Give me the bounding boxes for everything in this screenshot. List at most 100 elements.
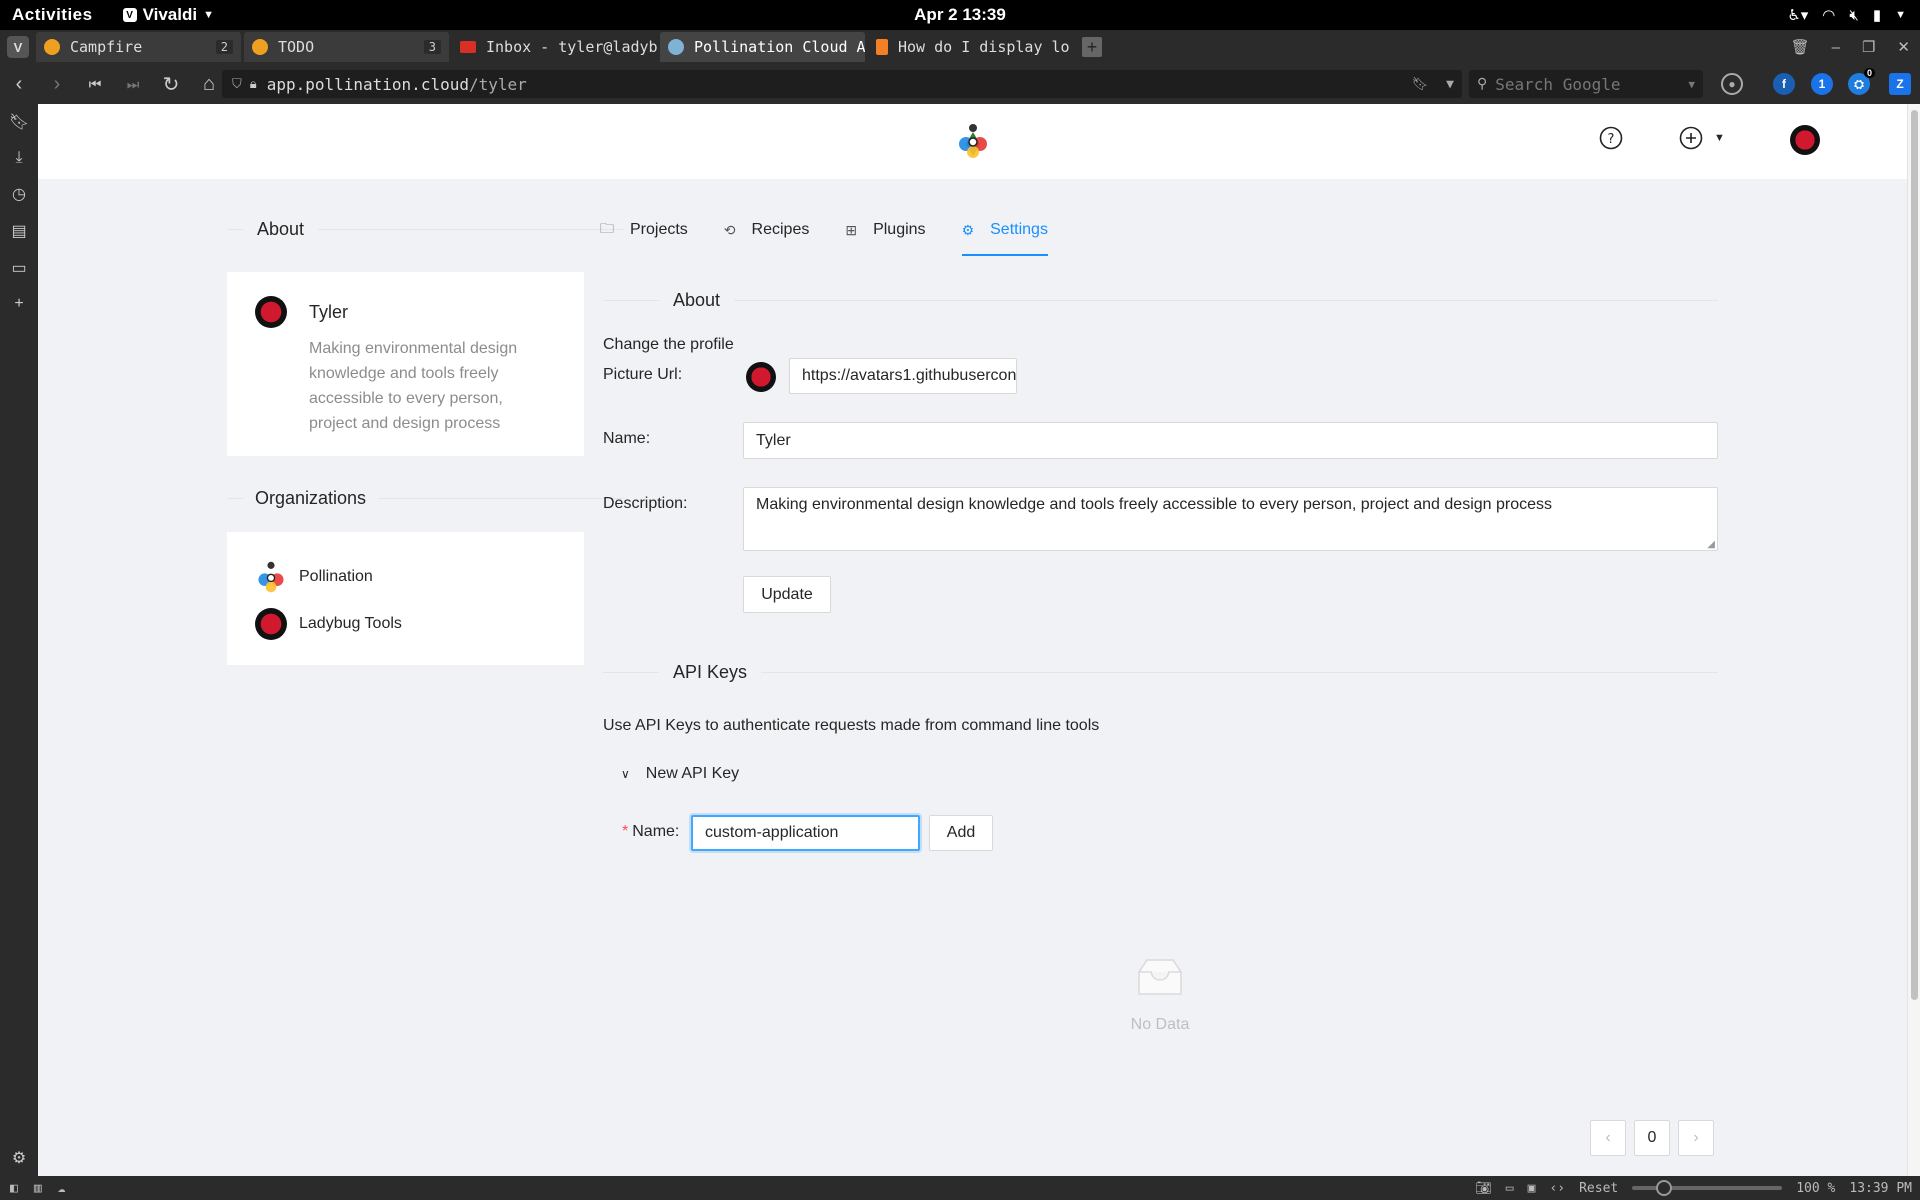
tab-label: Projects [630,221,688,238]
caret-down-icon[interactable]: ▼ [1714,132,1725,144]
pollination-logo-icon[interactable] [956,122,990,160]
add-api-key-button[interactable]: Add [929,815,993,851]
system-clock[interactable]: Apr 2 13:39 [0,5,1920,25]
bookmark-icon[interactable]: 🔖︎ [1412,77,1429,92]
plus-circle-icon[interactable] [1679,126,1703,150]
tab-projects[interactable]: 🗀 Projects [600,204,688,256]
picture-url-input[interactable]: https://avatars1.githubusercontent.com [789,358,1017,394]
chevron-down-icon: ∨ [621,767,630,781]
question-circle-icon[interactable]: ? [1599,126,1623,150]
tile-icon[interactable]: ▥ [34,1181,42,1196]
downloads-icon[interactable]: ⤓ [15,149,22,167]
todo-icon [252,39,268,55]
chevron-down-icon[interactable]: ▼ [1688,78,1695,91]
trash-icon[interactable]: 🗑︎ [1791,38,1810,56]
browser-tab[interactable]: Campfire 2 [36,32,241,62]
notes-icon[interactable]: ▤ [11,221,26,241]
update-button[interactable]: Update [743,576,831,613]
stackoverflow-icon [876,39,888,55]
browser-tab[interactable]: TODO 3 [244,32,449,62]
zoom-slider-knob[interactable] [1656,1180,1673,1196]
zoom-reset-button[interactable]: Reset [1579,1181,1618,1196]
password-manager-icon[interactable]: 1 [1811,73,1833,95]
chevron-down-icon[interactable]: ▼ [1895,9,1906,21]
pagination-next-button[interactable]: › [1678,1120,1714,1156]
org-item-ladybug-tools[interactable]: Ladybug Tools [255,608,402,640]
campfire-icon [44,39,60,55]
tab-plugins[interactable]: ⊞ Plugins [845,204,925,256]
api-keys-description: Use API Keys to authenticate requests ma… [603,717,1100,734]
new-api-key-collapse[interactable]: ∨ New API Key [621,765,739,783]
app-menu[interactable]: V Vivaldi ▼ [122,5,214,25]
extension-f-icon[interactable]: f [1773,73,1795,95]
description-label: Description: [603,495,688,512]
resize-handle-icon[interactable]: ◢ [1707,539,1715,550]
chevron-down-icon[interactable]: ▼ [1446,77,1454,92]
close-icon[interactable]: ✕ [1897,38,1910,56]
browser-tab-bar: V Campfire 2 TODO 3 Inbox - tyler@ladyb … [0,30,1920,64]
image-icon[interactable]: ▣ [1528,1181,1536,1196]
pagination-prev-button[interactable]: ‹ [1590,1120,1626,1156]
name-input[interactable]: Tyler [743,422,1718,459]
code-icon[interactable]: ‹› [1549,1181,1565,1196]
url-field[interactable]: ⛉ 🔒︎ app.pollination.cloud /tyler 🔖︎ ▼ [222,70,1462,98]
capture-icon[interactable]: 📷︎ [1475,1181,1492,1196]
history-icon[interactable]: ◷ [12,184,26,204]
sync-cloud-icon[interactable]: ☁︎ [58,1181,66,1196]
maximize-icon[interactable]: ❐ [1862,38,1875,56]
description-textarea[interactable]: Making environmental design knowledge an… [743,487,1718,551]
minimize-icon[interactable]: – [1832,39,1840,56]
browser-tab[interactable]: How do I display lo [868,32,1073,62]
required-mark: * [622,823,629,840]
add-panel-icon[interactable]: + [14,295,23,313]
scrollbar-thumb[interactable] [1911,110,1918,1000]
battery-icon[interactable]: ▮ [1873,6,1881,24]
url-path: /tyler [468,74,527,94]
about-heading: About [257,218,305,239]
volume-muted-icon[interactable]: 🔇︎ [1849,7,1858,24]
shield-icon[interactable]: ⛉ [232,77,242,92]
rewind-icon[interactable]: ⏮ [76,76,114,93]
system-tray[interactable]: ♿︎▾ ◠ 🔇︎ ▮ ▼ [1787,0,1906,30]
panel-toggle-icon[interactable]: ◧ [10,1181,18,1196]
extension-z-icon[interactable]: Z [1889,73,1911,95]
extension-notification-icon[interactable]: ⛭ 0 [1848,68,1875,95]
forward-icon[interactable]: › [38,73,76,96]
reload-icon[interactable]: ↻ [152,72,190,97]
tab-settings[interactable]: ⚙︎ Settings [961,204,1049,256]
browser-tab-active[interactable]: Pollination Cloud A [660,32,865,62]
pollination-icon [668,39,684,55]
tab-label: Plugins [873,221,926,238]
url-host: app.pollination.cloud [266,74,469,94]
vivaldi-menu-button[interactable]: V [7,36,29,58]
pollination-org-icon [258,561,284,593]
tab-title: Campfire [70,38,143,56]
search-field[interactable]: ⚲ Search Google ▼ [1469,70,1703,98]
org-item-pollination[interactable]: Pollination [255,560,373,594]
plugins-icon: ⊞ [845,221,858,238]
window-panel-icon[interactable]: ▭ [11,258,26,278]
bookmarks-icon[interactable]: 🔖︎ [9,112,29,132]
picture-preview [746,362,776,392]
activities-button[interactable]: Activities [12,5,93,25]
browser-tab[interactable]: Inbox - tyler@ladyb [452,32,657,62]
svg-text:?: ? [1608,132,1615,147]
window-icon[interactable]: ▭ [1506,1181,1514,1196]
settings-icon[interactable]: ⚙︎ [12,1148,26,1168]
fast-forward-icon[interactable]: ⏭ [114,76,152,93]
api-keys-heading: API Keys [673,661,748,682]
wifi-icon[interactable]: ◠ [1822,6,1835,24]
user-avatar[interactable] [1790,125,1820,155]
page-scrollbar[interactable] [1907,104,1920,1176]
api-key-name-input[interactable]: custom-application [691,815,920,851]
tab-recipes[interactable]: ⟲ Recipes [724,204,810,256]
notification-badge: 0 [1863,68,1875,78]
new-tab-button[interactable]: + [1082,37,1102,57]
zoom-slider[interactable] [1632,1180,1783,1196]
accessibility-icon[interactable]: ♿︎▾ [1787,6,1808,24]
back-icon[interactable]: ‹ [0,73,38,96]
organizations-heading: Organizations [255,487,367,508]
pagination-page-number[interactable]: 0 [1634,1120,1670,1156]
empty-text: No Data [1130,1016,1190,1033]
profile-icon[interactable]: ● [1721,73,1743,95]
